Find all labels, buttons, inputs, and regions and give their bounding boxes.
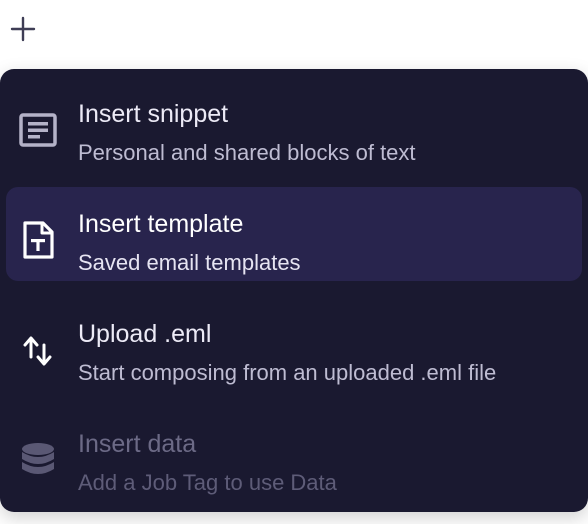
snippet-icon [18,110,58,150]
menu-item-description: Start composing from an uploaded .eml fi… [78,360,497,385]
template-document-icon [18,220,58,260]
menu-item-title: Insert template [78,210,244,238]
compose-insert-ui: Insert snippet Personal and shared block… [0,0,588,524]
plus-icon [10,16,36,42]
menu-item-description: Personal and shared blocks of text [78,140,416,165]
menu-item-insert-template[interactable]: Insert template Saved email templates [6,187,582,281]
upload-arrows-icon [18,330,58,370]
menu-item-upload-eml[interactable]: Upload .eml Start composing from an uplo… [6,297,582,391]
menu-item-description: Saved email templates [78,250,301,275]
menu-item-insert-snippet[interactable]: Insert snippet Personal and shared block… [6,77,582,171]
insert-menu: Insert snippet Personal and shared block… [0,69,588,512]
menu-item-title: Upload .eml [78,320,212,348]
database-icon [18,440,58,480]
menu-item-title: Insert snippet [78,100,229,128]
menu-item-description: Add a Job Tag to use Data [78,470,337,495]
menu-item-title: Insert data [78,430,197,458]
menu-item-insert-data: Insert data Add a Job Tag to use Data [6,407,582,501]
add-button[interactable] [8,14,38,44]
